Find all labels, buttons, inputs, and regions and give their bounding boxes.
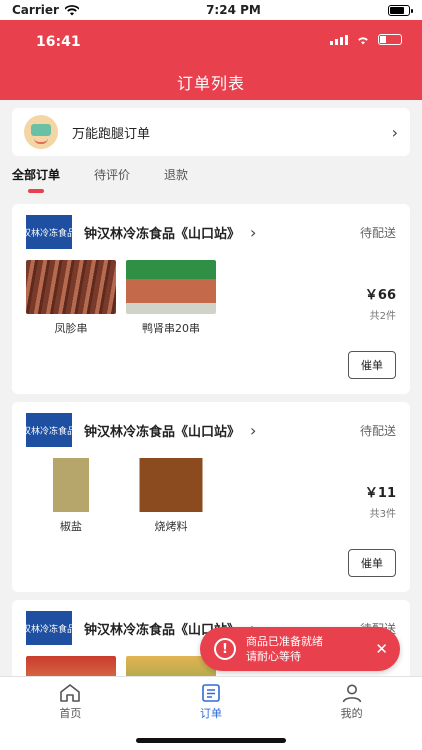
goods-item[interactable]: 烧烤料 (126, 458, 216, 534)
order-card[interactable]: 汉林冷冻食品 钟汉林冷冻食品《山口站》 › 待配送 凤胗串 鸭肾串20串 ￥66… (12, 204, 410, 394)
shop-logo: 汉林冷冻食品 (26, 611, 72, 645)
tabbar-home[interactable]: 首页 (0, 677, 141, 750)
goods-image (26, 260, 116, 314)
goods-image (126, 458, 216, 512)
toast-line2: 请耐心等待 (246, 650, 301, 663)
toast-line1: 商品已准备就绪 (246, 635, 323, 648)
tabbar-profile[interactable]: 我的 (281, 677, 422, 750)
toast-notification: ! 商品已准备就绪 请耐心等待 ✕ (200, 627, 400, 671)
home-indicator (136, 738, 286, 743)
shop-logo: 汉林冷冻食品 (26, 413, 72, 447)
goods-name: 凤胗串 (54, 322, 88, 335)
order-status: 待配送 (359, 423, 396, 438)
order-count: 共2件 (369, 311, 396, 322)
shop-name[interactable]: 钟汉林冷冻食品《山口站》 (84, 421, 240, 440)
order-count: 共3件 (369, 509, 396, 520)
app-time: 16:41 (36, 34, 81, 50)
close-icon[interactable]: ✕ (375, 640, 388, 658)
order-card[interactable]: 汉林冷冻食品 钟汉林冷冻食品《山口站》 › 待配送 椒盐 烧烤料 ￥11 共3件… (12, 402, 410, 592)
tab-refund[interactable]: 退款 (164, 166, 188, 193)
chevron-right-icon: › (391, 122, 398, 142)
page-title: 订单列表 (176, 74, 245, 93)
tab-pending-review[interactable]: 待评价 (94, 166, 130, 193)
ios-status-bar: Carrier 7:24 PM (0, 0, 422, 20)
home-icon (60, 684, 81, 702)
app-status-icons (330, 34, 402, 45)
wifi-icon (64, 4, 79, 15)
toast-text: 商品已准备就绪 请耐心等待 (246, 634, 375, 664)
goods-image (126, 260, 216, 314)
urge-button[interactable]: 催单 (348, 351, 396, 379)
tab-all-orders[interactable]: 全部订单 (12, 166, 60, 193)
goods-image (26, 458, 116, 512)
chevron-right-icon: › (250, 222, 257, 242)
errand-order-entry[interactable]: 万能跑腿订单 › (12, 108, 410, 156)
goods-name: 鸭肾串20串 (142, 322, 200, 335)
price-block: ￥66 共2件 (365, 284, 396, 322)
shop-logo: 汉林冷冻食品 (26, 215, 72, 249)
errand-label: 万能跑腿订单 (72, 126, 151, 142)
carrier-label: Carrier (12, 3, 59, 17)
goods-item[interactable]: 凤胗串 (26, 260, 116, 336)
user-icon (342, 684, 361, 703)
shop-name[interactable]: 钟汉林冷冻食品《山口站》 (84, 223, 240, 242)
order-price: ￥11 (364, 486, 396, 501)
tabbar-orders-label: 订单 (200, 707, 222, 720)
battery-icon (378, 34, 402, 45)
chevron-right-icon: › (250, 420, 257, 440)
tabbar-profile-label: 我的 (340, 707, 363, 720)
wifi-icon (358, 37, 368, 45)
goods-item[interactable]: 椒盐 (26, 458, 116, 534)
order-list-icon (202, 684, 220, 702)
info-icon: ! (214, 638, 236, 660)
battery-icon (388, 4, 413, 16)
signal-icon (330, 34, 348, 45)
goods-item[interactable]: 鸭肾串20串 (126, 260, 216, 336)
order-tabs: 全部订单 待评价 退款 (12, 166, 188, 193)
tabbar-home-label: 首页 (59, 707, 82, 720)
errand-icon (24, 115, 58, 149)
order-status: 待配送 (359, 225, 396, 240)
ios-time: 7:24 PM (206, 3, 261, 17)
app-header: 16:41 订单列表 (0, 20, 422, 100)
goods-name: 椒盐 (60, 520, 82, 533)
price-block: ￥11 共3件 (365, 482, 396, 520)
order-price: ￥66 (364, 288, 396, 303)
goods-name: 烧烤料 (154, 520, 188, 533)
urge-button[interactable]: 催单 (348, 549, 396, 577)
